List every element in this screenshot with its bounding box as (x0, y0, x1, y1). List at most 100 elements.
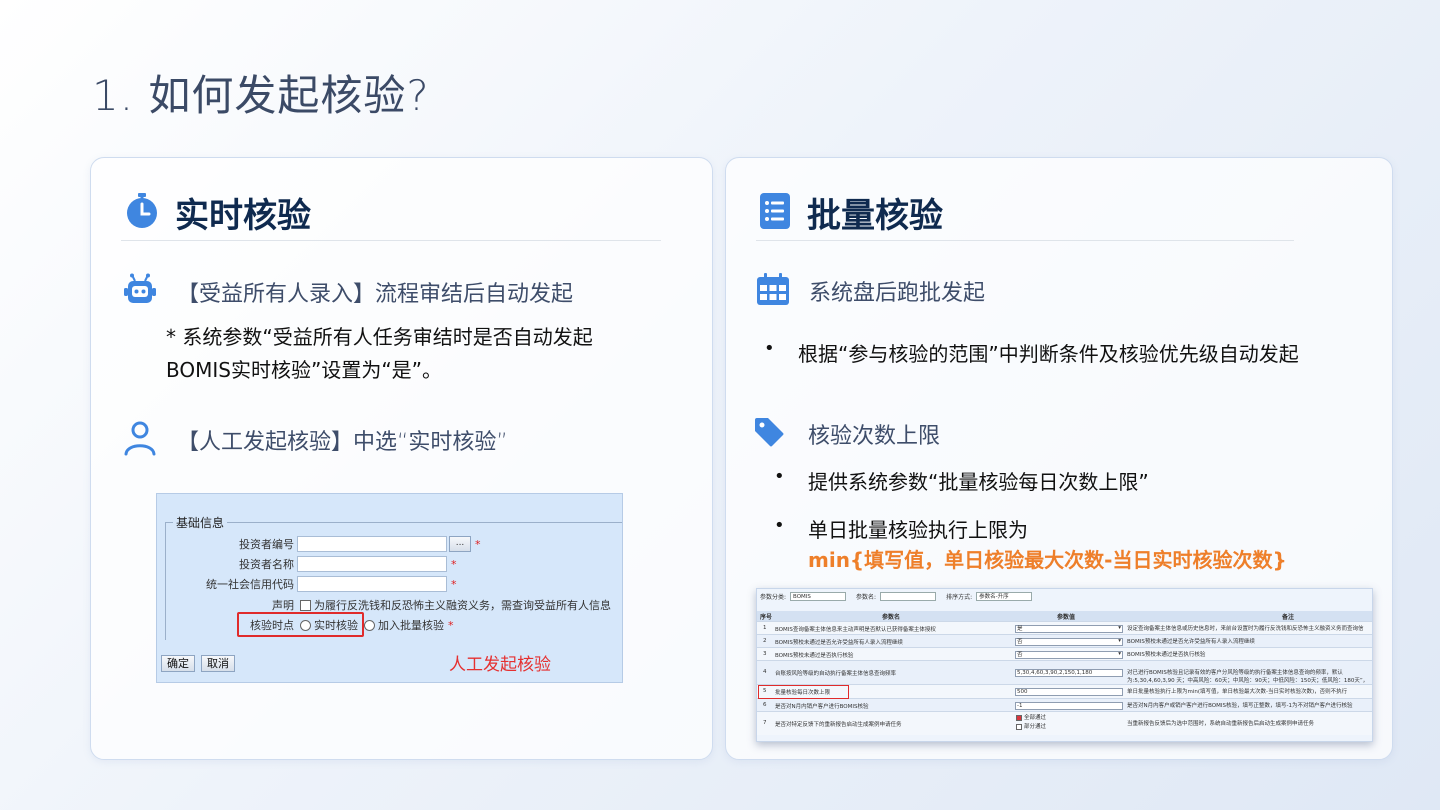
statement-row: 声明 为履行反洗钱和反恐怖主义融资义务，需查询受益所有人信息 (157, 597, 611, 613)
param-remark: 设定查询备案主体信息或历史信息时，来前台设置时为履行反洗钱和反恐怖主义融资义务而… (1127, 625, 1364, 632)
param-value-checkboxes: 全部通过 部分通过 (1015, 714, 1123, 734)
credit-code-row: 统一社会信用代码 * (157, 576, 457, 592)
bullet-text: 单日批量核验执行上限为 (808, 518, 1028, 542)
chevron-down-icon: ▾ (1118, 637, 1121, 644)
list-document-icon (759, 192, 791, 234)
card-title: 批量核验 (807, 196, 943, 236)
realtime-verification-card: 实时核验 【受益所有人录入】流程审结后自动发起 * 系统参数“受益所有人任务审结… (90, 157, 713, 760)
bullet-param: • 提供系统参数“批量核验每日次数上限” (774, 466, 1149, 495)
lookup-button[interactable]: ... (449, 536, 471, 552)
stopwatch-icon (125, 192, 159, 234)
field-label: 统一社会信用代码 (206, 578, 294, 591)
statement-text: 为履行反洗钱和反恐怖主义融资义务，需查询受益所有人信息 (314, 599, 611, 612)
param-remark: BOMIS预校未通过是否允许受益所有人录入流程继续 (1127, 638, 1255, 645)
limit-row: 核验次数上限 (753, 416, 940, 452)
credit-code-input[interactable] (297, 576, 447, 592)
investor-name-row: 投资者名称 * (157, 556, 457, 572)
row-number: 1 (763, 624, 767, 631)
required-star: * (451, 557, 457, 571)
statement-checkbox[interactable] (300, 599, 311, 611)
param-value-field[interactable]: 否 ▾ (1015, 650, 1123, 659)
option-checkbox[interactable] (1016, 714, 1022, 721)
param-value-field[interactable]: 是 ▾ (1015, 624, 1123, 633)
column-header: 参数名 (882, 614, 901, 621)
table-header: 序号 参数名 参数值 备注 (757, 611, 1372, 621)
param-name: BOMIS预校未通过是否执行核验 (775, 652, 854, 659)
column-header: 参数值 (1057, 614, 1076, 621)
filter-label: 参数名: (856, 594, 877, 601)
column-header: 备注 (1282, 614, 1295, 621)
option-label: 部分通过 (1024, 724, 1047, 730)
param-value-field[interactable]: 500 (1015, 688, 1123, 696)
option-label: 全部通过 (1024, 715, 1047, 721)
bullet-text: 提供系统参数“批量核验每日次数上限” (808, 470, 1149, 494)
highlight-box (758, 685, 849, 699)
tag-icon (753, 416, 785, 452)
param-value-field[interactable]: 否 ▾ (1015, 637, 1123, 646)
cancel-button[interactable]: 取消 (201, 655, 235, 672)
bullet-dot: • (774, 515, 785, 536)
option-checkbox[interactable] (1016, 723, 1022, 730)
chevron-down-icon: ▾ (1118, 624, 1121, 631)
fieldset-legend: 基础信息 (173, 514, 228, 531)
param-remark: 单日批量核验执行上限为min(填写值，单日核验最大次数-当日实时核验次数)，否则… (1127, 689, 1348, 695)
param-name-input[interactable] (880, 592, 937, 601)
highlight-box (237, 612, 364, 637)
param-table-screenshot: 参数分类: BOMIS 参数名: 排序方式: 参数名-升序 序号 参数名 参数值… (756, 588, 1373, 742)
filter-label: 参数分类: (760, 594, 787, 601)
note-line-2: BOMIS实时核验”设置为“是”。 (166, 358, 443, 382)
param-name: 是否对N月内销户客户进行BOMIS核验 (775, 703, 869, 710)
row-number: 3 (763, 650, 767, 657)
bullet-text: 根据“参与核验的范围”中判断条件及核验优先级自动发起 (798, 342, 1299, 366)
field-label: 声明 (272, 599, 294, 612)
batch-verification-card: 批量核验 系统盘后跑批发起 • 根据“参与核验的范围”中判断条件及核验优先级自动… (725, 157, 1393, 760)
param-value-field[interactable]: -1 (1015, 701, 1123, 710)
required-star: * (475, 537, 481, 551)
investor-id-input[interactable] (297, 536, 447, 552)
chevron-down-icon: ▾ (1118, 650, 1121, 657)
divider (756, 240, 1294, 241)
table-row: 4 台账按风险等级的自动执行备案主体信息查询频率 5,30,4,60,3,90,2,… (757, 660, 1372, 692)
bullet-dot: • (764, 338, 775, 359)
param-name: 是否对特定反馈下的重新报告启动生成案例申请任务 (775, 722, 902, 728)
realtime-heading: 实时核验 (125, 188, 311, 237)
batch-heading: 批量核验 (759, 188, 943, 237)
system-param-note: * 系统参数“受益所有人任务审结时是否自动发起 BOMIS实时核验”设置为“是”… (166, 321, 593, 387)
batch-option-label[interactable]: 加入批量核验 (378, 617, 444, 633)
robot-icon (123, 273, 157, 311)
field-label: 投资者编号 (239, 538, 294, 551)
auto-trigger-row: 【受益所有人录入】流程审结后自动发起 (123, 273, 573, 311)
after-hours-row: 系统盘后跑批发起 (756, 272, 985, 310)
param-name: BOMIS预校未通过是否允许受益所有人录入流程继续 (775, 639, 903, 646)
param-remark: 是否对N月内客户或销户客户进行BOMIS核验，填写正整数，填写-1为不对销户客户… (1127, 702, 1353, 709)
confirm-button[interactable]: 确定 (161, 655, 195, 672)
filter-label: 排序方式: (946, 594, 973, 601)
param-value-field[interactable]: 5,30,4,60,3,90,2,150,1,180 (1015, 669, 1123, 677)
bullet-max: • 单日批量核验执行上限为 min{填写值，单日核验最大次数-当日实时核验次数} (774, 515, 1287, 575)
table-row: 1 BOMIS查询备案主体信息来主动声明是否默认已获得备案主体授权 是 ▾ 设定查询备案… (757, 621, 1372, 634)
table-row: 3 BOMIS预校未通过是否执行核验否 ▾ BOMIS预校未通过是否执行核验 (757, 647, 1372, 660)
sort-select[interactable]: 参数名-升序 (976, 592, 1033, 601)
category-select[interactable]: BOMIS (790, 592, 847, 601)
manual-verify-form-screenshot: 基础信息 投资者编号 ... * 投资者名称 * 统一社会信用代码 * 声明 为… (156, 493, 623, 683)
manual-trigger-row: 【人工发起核验】中选“实时核验” (123, 420, 508, 460)
investor-id-row: 投资者编号 ... * (157, 536, 481, 552)
param-remark: 当重新报告反馈后为选中范围时，系统自动重新报告后启动生成案例申请任务 (1127, 721, 1315, 727)
card-title: 实时核验 (175, 196, 311, 236)
column-header: 序号 (760, 614, 773, 621)
person-icon (123, 420, 157, 460)
param-remark: BOMIS预校未通过是否执行核验 (1127, 651, 1206, 658)
row-number: 4 (763, 669, 767, 675)
investor-name-input[interactable] (297, 556, 447, 572)
required-star: * (448, 618, 454, 632)
table-filter-bar: 参数分类: BOMIS 参数名: 排序方式: 参数名-升序 (760, 592, 1033, 601)
row-number: 2 (763, 637, 767, 644)
param-name: 台账按风险等级的自动执行备案主体信息查询频率 (775, 671, 897, 677)
note-line-1: * 系统参数“受益所有人任务审结时是否自动发起 (166, 325, 593, 349)
limit-text: 核验次数上限 (808, 424, 941, 449)
formula-text: min{填写值，单日核验最大次数-当日实时核验次数} (808, 548, 1287, 572)
field-label: 投资者名称 (239, 558, 294, 571)
batch-radio[interactable] (364, 619, 375, 631)
after-hours-text: 系统盘后跑批发起 (809, 281, 986, 306)
table-row: 2 BOMIS预校未通过是否允许受益所有人录入流程继续否 ▾ BOMIS预校未通过是否… (757, 634, 1372, 647)
